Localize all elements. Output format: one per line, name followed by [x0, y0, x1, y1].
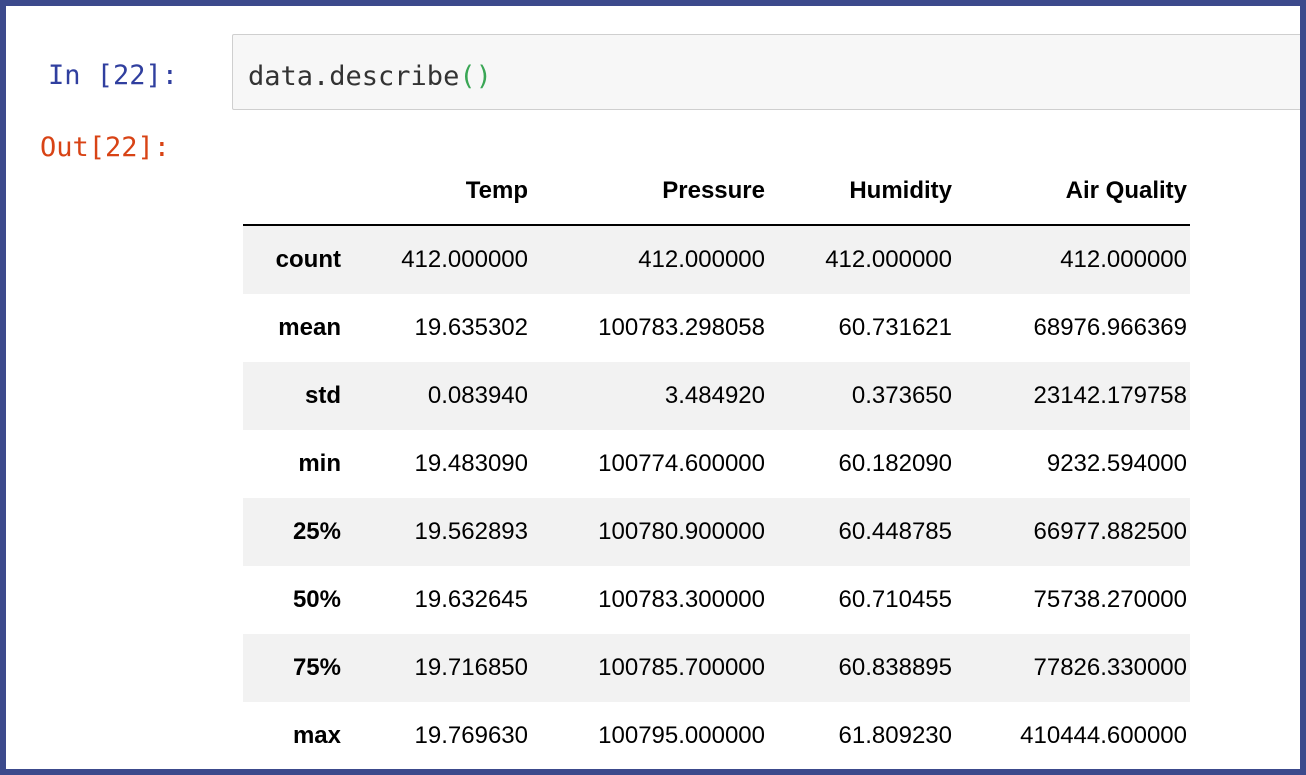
table-cell: 75738.270000	[1033, 586, 1188, 613]
table-row: std 0.083940 3.484920 0.373650 23142.179…	[243, 362, 1190, 430]
row-label: 75%	[292, 654, 341, 681]
table-cell: 19.562893	[414, 518, 528, 545]
row-label: mean	[278, 314, 341, 341]
describe-dataframe: Temp Pressure Humidity Air Quality count…	[243, 158, 1190, 769]
table-cell: 100783.300000	[598, 586, 765, 613]
table-cell: 3.484920	[664, 382, 765, 409]
table-cell: 410444.600000	[1020, 722, 1187, 749]
table-row: max 19.769630 100795.000000 61.809230 41…	[243, 702, 1190, 769]
output-prompt: Out[22]:	[40, 132, 171, 163]
table-row: 50% 19.632645 100783.300000 60.710455 75…	[243, 566, 1190, 634]
table-cell: 0.083940	[427, 382, 528, 409]
table-cell: 100783.298058	[598, 314, 765, 341]
index-header	[243, 158, 344, 226]
column-header-air-quality: Air Quality	[955, 158, 1190, 226]
table-cell: 23142.179758	[1033, 382, 1188, 409]
table-row: mean 19.635302 100783.298058 60.731621 6…	[243, 294, 1190, 362]
table-cell: 9232.594000	[1046, 450, 1187, 477]
column-header-temp: Temp	[344, 158, 531, 226]
code-input-cell[interactable]: data.describe()	[232, 34, 1300, 110]
table-cell: 60.448785	[838, 518, 952, 545]
table-cell: 412.000000	[401, 246, 528, 273]
notebook-frame: In [22]: data.describe() Out[22]: Temp P…	[6, 6, 1300, 769]
table-cell: 19.769630	[414, 722, 528, 749]
table-header-row: Temp Pressure Humidity Air Quality	[243, 158, 1190, 226]
row-label: 25%	[292, 518, 341, 545]
table-cell: 60.710455	[838, 586, 952, 613]
input-prompt: In [22]:	[48, 60, 179, 91]
row-label: count	[275, 246, 341, 273]
table-cell: 412.000000	[825, 246, 952, 273]
table-cell: 60.731621	[838, 314, 952, 341]
table-cell: 19.632645	[414, 586, 528, 613]
row-label: min	[298, 450, 341, 477]
code-text[interactable]: data.describe()	[248, 61, 492, 92]
table-cell: 100795.000000	[598, 722, 765, 749]
table-cell: 0.373650	[851, 382, 952, 409]
table-cell: 66977.882500	[1033, 518, 1188, 545]
code-parens: ()	[459, 61, 492, 92]
table-cell: 100780.900000	[598, 518, 765, 545]
table-cell: 100774.600000	[598, 450, 765, 477]
table-row: 25% 19.562893 100780.900000 60.448785 66…	[243, 498, 1190, 566]
table-cell: 412.000000	[638, 246, 765, 273]
table-cell: 68976.966369	[1033, 314, 1188, 341]
table-cell: 412.000000	[1060, 246, 1187, 273]
table-row: count 412.000000 412.000000 412.000000 4…	[243, 225, 1190, 294]
column-header-pressure: Pressure	[531, 158, 768, 226]
table-cell: 60.182090	[838, 450, 952, 477]
table-row: min 19.483090 100774.600000 60.182090 92…	[243, 430, 1190, 498]
table-cell: 61.809230	[838, 722, 952, 749]
table-cell: 19.716850	[414, 654, 528, 681]
row-label: 50%	[292, 586, 341, 613]
row-label: std	[305, 382, 341, 409]
table-cell: 100785.700000	[598, 654, 765, 681]
row-label: max	[292, 722, 341, 749]
column-header-humidity: Humidity	[768, 158, 955, 226]
table-cell: 60.838895	[838, 654, 952, 681]
table-cell: 19.635302	[414, 314, 528, 341]
table-row: 75% 19.716850 100785.700000 60.838895 77…	[243, 634, 1190, 702]
code-call: data.describe	[248, 61, 460, 92]
table-cell: 77826.330000	[1033, 654, 1188, 681]
table-cell: 19.483090	[414, 450, 528, 477]
